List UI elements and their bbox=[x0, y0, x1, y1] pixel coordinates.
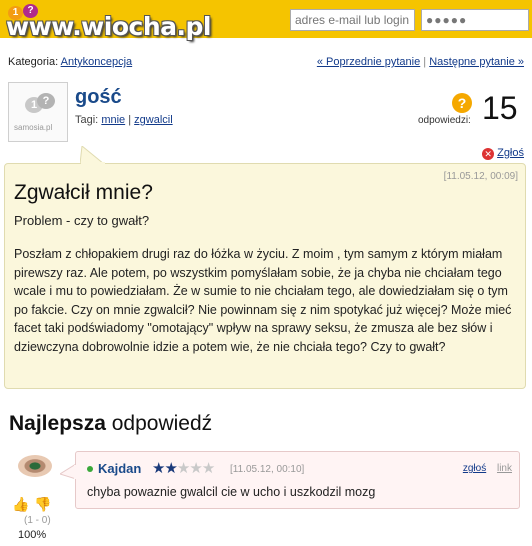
vote-count: (1 - 0) bbox=[24, 515, 51, 526]
next-question-link[interactable]: Następne pytanie » bbox=[429, 56, 524, 68]
star-icon: ★ bbox=[189, 460, 202, 477]
category-link[interactable]: Antykoncepcja bbox=[61, 56, 133, 68]
question-title: Zgwałcił mnie? bbox=[14, 181, 153, 204]
best-answer-heading: Najlepsza odpowiedź bbox=[9, 412, 212, 436]
avatar-bubbles-icon: 1 ? bbox=[25, 93, 55, 117]
best-answer-heading-rest: odpowiedź bbox=[111, 412, 213, 435]
site-logo[interactable]: www.wiocha.pl bbox=[6, 12, 211, 41]
question-tail-cover bbox=[81, 162, 105, 165]
report-icon: ✕ bbox=[482, 148, 495, 160]
answers-question-icon: ? bbox=[452, 93, 472, 113]
question-tags: Tagi: mnie | zgwalcil bbox=[75, 114, 173, 126]
star-half-icon: ★ bbox=[164, 460, 177, 477]
question-body: Poszłam z chłopakiem drugi raz do łóżka … bbox=[14, 247, 512, 354]
tags-separator: | bbox=[128, 114, 132, 126]
login-email-input[interactable] bbox=[290, 9, 415, 31]
thumbs-up-icon[interactable]: 👍 bbox=[12, 496, 29, 513]
author-avatar[interactable]: 1 ? samosia.pl bbox=[8, 82, 68, 142]
question-box: [11.05.12, 00:09] Zgwałcił mnie? Problem… bbox=[4, 163, 526, 389]
question-subtitle: Problem - czy to gwałt? bbox=[14, 213, 150, 228]
report-label: Zgłoś bbox=[497, 147, 524, 159]
star-icon: ★ bbox=[152, 460, 165, 477]
report-question-button[interactable]: ✕ Zgłoś bbox=[482, 147, 524, 160]
vote-percent: 100% bbox=[18, 529, 47, 541]
answer-text: chyba powaznie gwalcil cie w ucho i uszk… bbox=[87, 485, 376, 499]
tag-link[interactable]: mnie bbox=[101, 114, 125, 126]
answer-date: [11.05.12, 00:10] bbox=[230, 464, 305, 475]
category-label: Kategoria: bbox=[8, 56, 59, 68]
star-icon: ★ bbox=[176, 460, 190, 477]
question-navigation: « Poprzednie pytanie | Następne pytanie … bbox=[317, 56, 524, 68]
report-answer-link[interactable]: zgłoś bbox=[463, 463, 486, 474]
best-answer-box: Kajdan ★★★★★ [11.05.12, 00:10] zgłoś lin… bbox=[75, 451, 520, 509]
question-author[interactable]: gość bbox=[75, 86, 122, 109]
top-bar: 1 ? www.wiocha.pl bbox=[0, 0, 532, 41]
answer-tail-cover bbox=[74, 465, 77, 479]
answer-actions: zgłoś link bbox=[463, 463, 512, 474]
question-date: [11.05.12, 00:09] bbox=[443, 171, 518, 182]
nav-separator: | bbox=[423, 56, 427, 68]
answer-author-avatar[interactable] bbox=[18, 455, 52, 477]
login-password-input[interactable] bbox=[421, 9, 529, 31]
answer-rating: ★★★★★ bbox=[152, 459, 215, 477]
online-status-icon bbox=[87, 466, 93, 472]
vote-buttons: 👍 👎 bbox=[12, 496, 62, 512]
answers-label: odpowiedzi: bbox=[418, 115, 471, 126]
answer-author[interactable]: Kajdan bbox=[98, 461, 141, 476]
thumbs-down-icon[interactable]: 👎 bbox=[34, 496, 51, 513]
avatar-caption: samosia.pl bbox=[14, 123, 53, 132]
prev-question-link[interactable]: « Poprzednie pytanie bbox=[317, 56, 420, 68]
answers-count: 15 bbox=[482, 90, 518, 126]
tag-link[interactable]: zgwalcil bbox=[134, 114, 173, 126]
tags-label: Tagi: bbox=[75, 114, 99, 126]
category-row: Kategoria: Antykoncepcja « Poprzednie py… bbox=[8, 56, 524, 68]
best-answer-heading-bold: Najlepsza bbox=[9, 412, 106, 435]
answer-permalink[interactable]: link bbox=[497, 463, 512, 474]
star-icon: ★ bbox=[201, 460, 215, 477]
